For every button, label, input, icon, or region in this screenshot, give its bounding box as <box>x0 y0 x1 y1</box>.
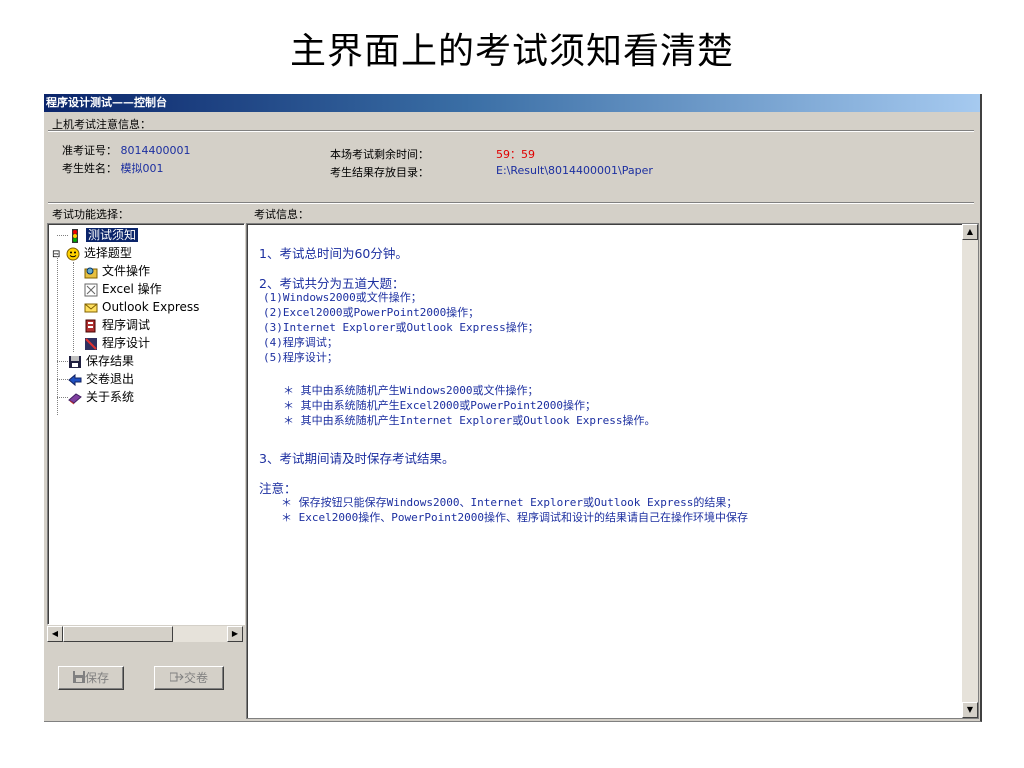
exam-id-value: 8014400001 <box>120 144 191 157</box>
notice-divider <box>48 130 974 132</box>
exam-id-label: 准考证号： <box>62 144 117 157</box>
tree-item-exam-notice[interactable]: 测试须知 <box>68 226 139 244</box>
exam-item: (4)程序调试； <box>263 336 338 349</box>
tree-label: 测试须知 <box>86 228 139 242</box>
tree-label: 程序调试 <box>102 318 151 332</box>
tree-label: Excel 操作 <box>102 282 162 296</box>
result-dir-label: 考生结果存放目录： <box>330 166 429 179</box>
tree-label: 关于系统 <box>86 390 135 404</box>
attention-note: ＊ Excel2000操作、PowerPoint2000操作、程序调试和设计的结… <box>281 511 748 524</box>
random-note: ＊ 其中由系统随机产生Internet Explorer或Outlook Exp… <box>283 414 656 427</box>
floppy-icon <box>72 668 85 690</box>
func-label: 考试功能选择： <box>52 208 129 221</box>
window-title: 程序设计测试——控制台 <box>44 94 980 112</box>
design-icon <box>84 337 98 351</box>
debug-icon <box>84 319 98 333</box>
tree-horizontal-scrollbar[interactable]: ◀ ▶ <box>47 626 243 642</box>
random-note: ＊ 其中由系统随机产生Windows2000或文件操作； <box>283 384 539 397</box>
exam-item: (5)程序设计； <box>263 351 338 364</box>
random-note: ＊ 其中由系统随机产生Excel2000或PowerPoint2000操作； <box>283 399 596 412</box>
save-button-label: 保存 <box>84 671 109 685</box>
tree-item-file-op[interactable]: 文件操作 <box>84 262 150 280</box>
tree-label: Outlook Express <box>102 300 200 314</box>
notice-line-1: 1、考试总时间为60分钟。 <box>259 246 408 261</box>
scroll-up-button[interactable]: ▲ <box>962 224 978 240</box>
time-left-label: 本场考试剩余时间： <box>330 148 429 161</box>
slide-title: 主界面上的考试须知看清楚 <box>289 31 734 72</box>
scroll-down-button[interactable]: ▼ <box>962 702 978 718</box>
mail-icon <box>84 301 98 315</box>
tree-label: 程序设计 <box>102 336 151 350</box>
tree-item-submit-exit[interactable]: 交卷退出 <box>68 370 134 388</box>
tree-item-choose-type[interactable]: ⊟ 选择题型 <box>52 244 132 262</box>
exam-item: (1)Windows2000或文件操作； <box>263 291 422 304</box>
console-window: 程序设计测试——控制台 上机考试注意信息： 准考证号： 8014400001 考… <box>44 94 982 722</box>
traffic-light-icon <box>68 228 82 243</box>
tree-label: 选择题型 <box>83 246 132 260</box>
info-label: 考试信息： <box>254 208 309 221</box>
attention-note: ＊ 保存按钮只能保存Windows2000、Internet Explorer或… <box>281 496 738 509</box>
tree-item-save-result[interactable]: 保存结果 <box>68 352 134 370</box>
tree-item-about[interactable]: 关于系统 <box>68 388 134 406</box>
notice-line-3: 3、考试期间请及时保存考试结果。 <box>259 451 455 466</box>
tree-label: 文件操作 <box>102 264 151 278</box>
result-dir-value: E:\Result\8014400001\Paper <box>496 164 653 177</box>
name-label: 考生姓名： <box>62 162 117 175</box>
name-row: 考生姓名： 模拟001 <box>62 160 164 176</box>
info-vertical-scrollbar[interactable]: ▲ ▼ <box>962 224 978 718</box>
tree-item-debug[interactable]: 程序调试 <box>84 316 150 334</box>
exam-info-pane[interactable]: 1、考试总时间为60分钟。 2、考试共分为五道大题： (1)Windows200… <box>246 223 979 719</box>
exam-id-row: 准考证号： 8014400001 <box>62 142 191 158</box>
save-button[interactable]: 保存 <box>58 666 124 690</box>
function-tree[interactable]: 测试须知 ⊟ 选择题型 文件操作 Excel 操作 Outlook Expres… <box>47 223 245 625</box>
folder-search-icon <box>84 265 98 279</box>
tree-item-outlook[interactable]: Outlook Express <box>84 298 199 316</box>
time-left-value: 59：59 <box>496 148 535 161</box>
name-value: 模拟001 <box>120 162 164 175</box>
exam-item: (2)Excel2000或PowerPoint2000操作； <box>263 306 480 319</box>
exit-arrow-icon <box>68 373 82 387</box>
floppy-icon <box>68 355 82 369</box>
book-icon <box>68 391 82 405</box>
tree-item-design[interactable]: 程序设计 <box>84 334 150 352</box>
submit-icon <box>169 668 184 690</box>
excel-icon <box>84 283 98 297</box>
panel-divider <box>48 202 974 204</box>
tree-label: 交卷退出 <box>86 372 135 386</box>
tree-item-excel[interactable]: Excel 操作 <box>84 280 162 298</box>
scroll-thumb[interactable] <box>63 626 173 642</box>
scroll-right-button[interactable]: ▶ <box>227 626 243 642</box>
exam-item: (3)Internet Explorer或Outlook Express操作； <box>263 321 539 334</box>
submit-button[interactable]: 交卷 <box>154 666 224 690</box>
smiley-icon <box>66 247 80 261</box>
scroll-left-button[interactable]: ◀ <box>47 626 63 642</box>
submit-button-label: 交卷 <box>183 671 208 685</box>
tree-label: 保存结果 <box>86 354 135 368</box>
